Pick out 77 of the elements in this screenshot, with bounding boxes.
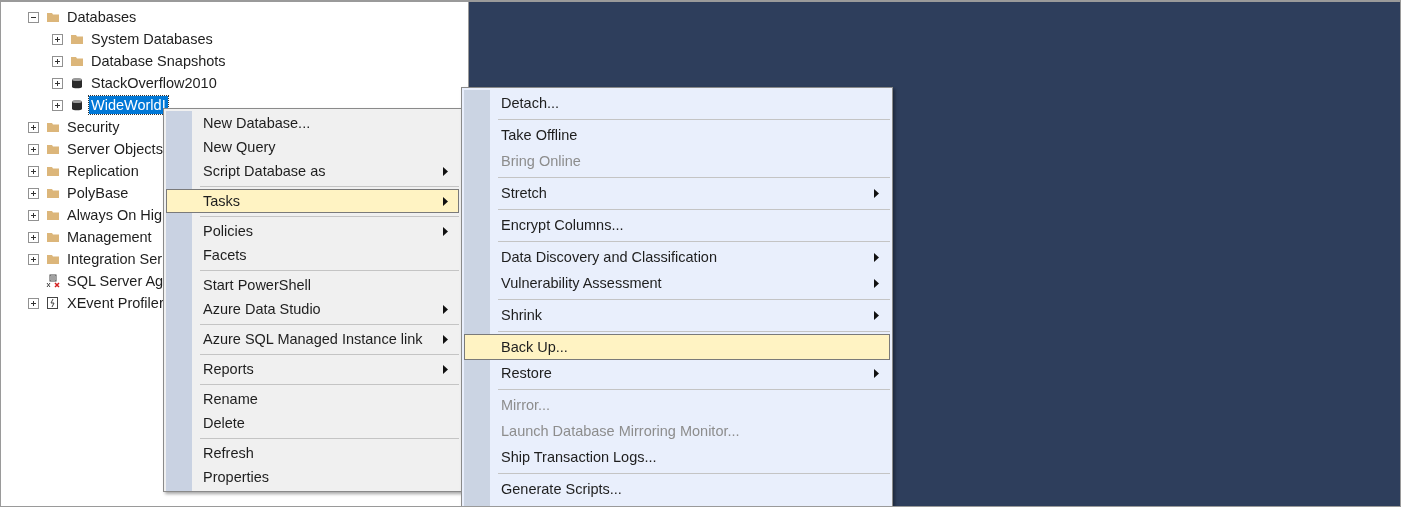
tree-item[interactable]: StackOverflow2010 [89, 74, 219, 92]
tree-item[interactable]: Databases [65, 8, 139, 26]
submenu-arrow-icon [874, 310, 879, 320]
menu-item[interactable]: Script Database as [166, 159, 459, 183]
tree-item[interactable]: Replication [65, 162, 141, 180]
menu-item[interactable]: Encrypt Columns... [464, 212, 890, 238]
submenu-arrow-icon [443, 196, 448, 206]
tree-item[interactable]: Database Snapshots [89, 52, 228, 70]
expand-icon[interactable] [52, 77, 63, 89]
database-icon [70, 98, 84, 112]
folder-icon [46, 208, 60, 222]
menu-item[interactable]: Restore [464, 360, 890, 386]
tree-item[interactable]: Always On Hig [65, 206, 165, 224]
menu-item[interactable]: Properties [166, 465, 459, 489]
expand-icon[interactable] [28, 231, 39, 243]
menu-item[interactable]: New Query [166, 135, 459, 159]
expand-icon[interactable] [28, 187, 39, 199]
collapse-icon[interactable] [28, 11, 39, 23]
menu-item[interactable]: Azure Data Studio [166, 297, 459, 321]
menu-item[interactable]: Ship Transaction Logs... [464, 444, 890, 470]
submenu-arrow-icon [874, 252, 879, 262]
tree-item[interactable]: SQL Server Ag [65, 272, 166, 290]
expand-icon[interactable] [28, 209, 39, 221]
menu-item[interactable]: Data Discovery and Classification [464, 244, 890, 270]
folder-icon [46, 252, 60, 266]
folder-icon [46, 230, 60, 244]
menu-item[interactable]: Back Up... [464, 334, 890, 360]
agent-icon [46, 274, 60, 288]
folder-icon [46, 120, 60, 134]
expand-icon[interactable] [52, 55, 63, 67]
database-icon [70, 76, 84, 90]
submenu-arrow-icon [874, 188, 879, 198]
menu-item[interactable]: Stretch [464, 180, 890, 206]
tree-item[interactable]: XEvent Profiler [65, 294, 166, 312]
submenu-arrow-icon [443, 364, 448, 374]
tree-item[interactable]: Management [65, 228, 154, 246]
profiler-icon [46, 296, 60, 310]
menu-item[interactable]: Shrink [464, 302, 890, 328]
folder-icon [70, 32, 84, 46]
menu-item[interactable]: Refresh [166, 441, 459, 465]
folder-icon [70, 54, 84, 68]
menu-item[interactable]: Tasks [166, 189, 459, 213]
tree-item[interactable]: System Databases [89, 30, 215, 48]
expand-icon[interactable] [28, 143, 39, 155]
submenu-arrow-icon [443, 226, 448, 236]
expand-icon[interactable] [28, 121, 39, 133]
menu-item[interactable]: Take Offline [464, 122, 890, 148]
tree-item[interactable]: Integration Ser [65, 250, 165, 268]
menu-item[interactable]: Rename [166, 387, 459, 411]
submenu-arrow-icon [443, 334, 448, 344]
menu-item[interactable]: Facets [166, 243, 459, 267]
tree-item[interactable]: PolyBase [65, 184, 131, 202]
menu-item[interactable]: Detach... [464, 90, 890, 116]
expand-icon[interactable] [52, 99, 63, 111]
expand-icon[interactable] [52, 33, 63, 45]
expand-icon[interactable] [28, 165, 39, 177]
menu-item[interactable]: Generate Scripts... [464, 476, 890, 502]
tree-item[interactable]: Server Objects [65, 140, 165, 158]
menu-item[interactable]: Delete [166, 411, 459, 435]
submenu-arrow-icon [874, 278, 879, 288]
submenu-arrow-icon [874, 368, 879, 378]
folder-icon [46, 142, 60, 156]
folder-icon [46, 10, 60, 24]
menu-item[interactable]: Reports [166, 357, 459, 381]
expand-icon[interactable] [28, 253, 39, 265]
tree-item[interactable]: Security [65, 118, 122, 136]
tree-item[interactable]: WideWorldI [89, 96, 168, 114]
menu-item[interactable]: Start PowerShell [166, 273, 459, 297]
folder-icon [46, 186, 60, 200]
submenu-arrow-icon [443, 304, 448, 314]
expand-icon[interactable] [28, 297, 39, 309]
folder-icon [46, 164, 60, 178]
menu-item[interactable]: Vulnerability Assessment [464, 270, 890, 296]
submenu-arrow-icon [443, 166, 448, 176]
menu-item[interactable]: Azure SQL Managed Instance link [166, 327, 459, 351]
menu-item[interactable]: Policies [166, 219, 459, 243]
menu-item[interactable]: New Database... [166, 111, 459, 135]
